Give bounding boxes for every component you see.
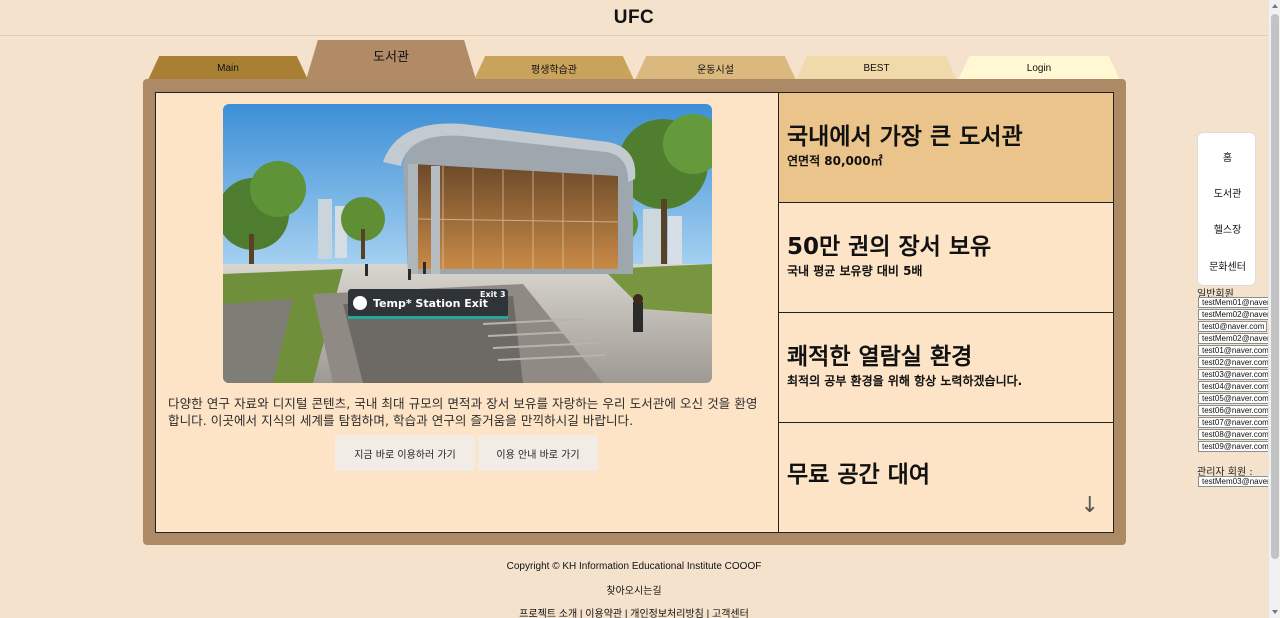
feature-title: 국내에서 가장 큰 도서관 <box>787 124 1023 150</box>
usage-guide-button[interactable]: 이용 안내 바로 가기 <box>478 435 598 471</box>
general-member-entry: testMem02@naver.com <box>1198 333 1270 344</box>
feature-subtitle: 연면적 80,000㎡ <box>787 154 883 168</box>
general-member-entry: test01@naver.com <box>1198 345 1270 356</box>
scroll-down-icon[interactable] <box>1272 610 1278 614</box>
feature-subtitle: 최적의 공부 환경을 위해 항상 노력하겠습니다. <box>787 374 1023 388</box>
tab-library[interactable]: 도서관 <box>306 40 476 80</box>
feature-card-reading-room: 쾌적한 열람실 환경 최적의 공부 환경을 위해 항상 노력하겠습니다. <box>778 312 1114 423</box>
footer-copyright: Copyright © KH Information Educational I… <box>506 561 762 572</box>
quick-nav-home[interactable]: 홈 <box>1198 149 1257 164</box>
general-member-entry: test03@naver.com <box>1198 369 1270 380</box>
feature-subtitle: 국내 평균 보유량 대비 5배 <box>787 264 923 278</box>
feature-card-space-rental: 무료 공간 대여 ↓ <box>778 422 1114 533</box>
quick-nav-gym[interactable]: 헬스장 <box>1198 221 1257 236</box>
feature-cards: 국내에서 가장 큰 도서관 연면적 80,000㎡ 50만 권의 장서 보유 국… <box>778 92 1114 533</box>
general-member-entry: test08@naver.com <box>1198 429 1270 440</box>
tab-lifelong-learning[interactable]: 평생학습관 <box>474 56 634 80</box>
main-tabs: Main 도서관 평생학습관 운동시설 BEST Login <box>148 40 1128 80</box>
site-title[interactable]: UFC <box>614 7 655 29</box>
station-exit-text: Exit 3 <box>480 290 506 299</box>
tab-best[interactable]: BEST <box>796 56 957 80</box>
general-member-entry: test07@naver.com <box>1198 417 1270 428</box>
library-intro-panel: Temp* Station Exit Exit 3 다양한 연구 자료와 디지털… <box>155 92 779 533</box>
admin-member-entry: testMem03@naver.com <box>1198 476 1270 487</box>
feature-card-largest: 국내에서 가장 큰 도서관 연면적 80,000㎡ <box>778 92 1114 203</box>
feature-card-collection: 50만 권의 장서 보유 국내 평균 보유량 대비 5배 <box>778 202 1114 313</box>
general-member-entry: testMem02@naver.com <box>1198 309 1270 320</box>
library-description: 다양한 연구 자료와 디지털 콘텐츠, 국내 최대 규모의 면적과 장서 보유를… <box>168 396 758 428</box>
page-scrollbar[interactable] <box>1268 0 1280 618</box>
general-member-entry: test05@naver.com <box>1198 393 1270 404</box>
library-building-illustration: Temp* Station Exit Exit 3 <box>223 104 712 383</box>
header: UFC <box>0 0 1268 36</box>
feature-title: 무료 공간 대여 <box>787 462 930 488</box>
tab-main[interactable]: Main <box>148 56 308 80</box>
footer-directions-link[interactable]: 찾아오시는길 <box>0 582 1268 597</box>
scroll-up-icon[interactable] <box>1272 4 1278 8</box>
use-now-button[interactable]: 지금 바로 이용하러 가기 <box>335 435 475 471</box>
general-member-entry: test02@naver.com <box>1198 357 1270 368</box>
station-sign-text: Temp* Station Exit <box>373 297 488 310</box>
general-member-entry: test06@naver.com <box>1198 405 1270 416</box>
general-member-entry: test0@naver.com <box>1198 321 1267 332</box>
footer-links[interactable]: 프로젝트 소개 | 이용약관 | 개인정보처리방침 | 고객센터 <box>0 605 1268 618</box>
tab-login[interactable]: Login <box>958 56 1120 80</box>
quick-nav-culture-center[interactable]: 문화센터 <box>1198 258 1257 273</box>
feature-title: 50만 권의 장서 보유 <box>787 234 992 260</box>
general-member-entry: test09@naver.com <box>1198 441 1270 452</box>
scrollbar-thumb[interactable] <box>1271 14 1279 559</box>
feature-title: 쾌적한 열람실 환경 <box>787 344 973 370</box>
general-member-entry: test04@naver.com <box>1198 381 1270 392</box>
library-hero-image: Temp* Station Exit Exit 3 <box>223 104 712 383</box>
quick-nav: 홈 도서관 헬스장 문화센터 <box>1197 132 1256 286</box>
tab-sports-facilities[interactable]: 운동시설 <box>635 56 796 80</box>
general-member-entry: testMem01@naver.com <box>1198 297 1270 308</box>
down-arrow-icon[interactable]: ↓ <box>1081 493 1099 518</box>
quick-nav-library[interactable]: 도서관 <box>1198 185 1257 200</box>
